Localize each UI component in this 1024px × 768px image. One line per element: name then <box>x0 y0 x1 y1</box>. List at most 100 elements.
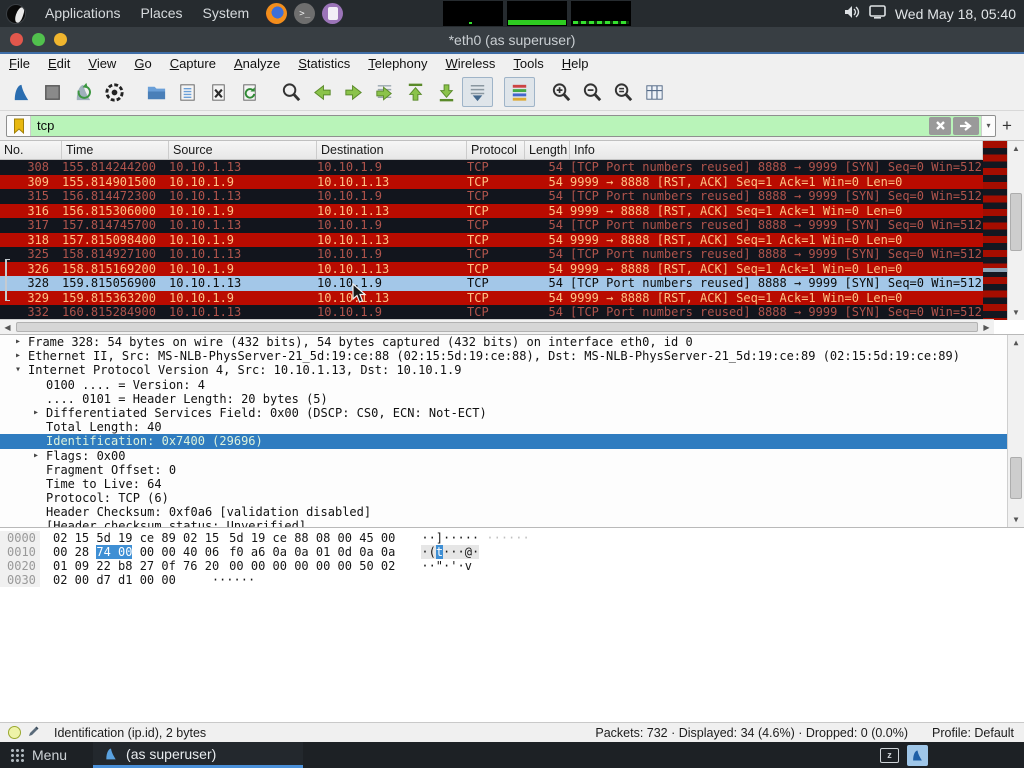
menu-go[interactable]: Go <box>125 54 160 74</box>
panel-menu-system[interactable]: System <box>193 0 260 27</box>
collapsed-arrow-icon[interactable]: ▸ <box>26 449 46 463</box>
hex-row-0030[interactable]: 003002 00 d7 d1 00 00······ <box>0 573 1024 587</box>
filter-apply-button[interactable] <box>953 117 979 135</box>
expert-info-icon[interactable] <box>8 726 21 739</box>
filter-dropdown-caret[interactable]: ▾ <box>981 116 995 136</box>
window-minimize-button[interactable] <box>54 33 67 46</box>
packet-row-326[interactable]: 326158.81516920010.10.1.910.10.1.13TCP54… <box>0 262 983 277</box>
packet-list-scrollbar[interactable]: ▲ ▼ <box>1007 141 1024 320</box>
firefox-launcher-icon[interactable] <box>266 3 287 24</box>
detail-line-10[interactable]: Time to Live: 64 <box>0 477 1024 491</box>
go-first-packet-button[interactable] <box>400 77 431 107</box>
zoom-original-button[interactable] <box>608 77 639 107</box>
auto-scroll-button[interactable] <box>462 77 493 107</box>
detail-line-4[interactable]: .... 0101 = Header Length: 20 bytes (5) <box>0 392 1024 406</box>
packet-list-hscroll-thumb[interactable] <box>16 322 978 332</box>
detail-line-1[interactable]: ▸Ethernet II, Src: MS-NLB-PhysServer-21_… <box>0 349 1024 363</box>
memory-monitor-graph[interactable] <box>507 1 567 26</box>
menu-tools[interactable]: Tools <box>504 54 552 74</box>
packet-row-328[interactable]: 328159.81505690010.10.1.1310.10.1.9TCP54… <box>0 276 983 291</box>
column-header-destination[interactable]: Destination <box>317 141 467 159</box>
collapsed-arrow-icon[interactable]: ▸ <box>8 335 28 349</box>
packet-list-scroll-thumb[interactable] <box>1010 193 1022 251</box>
go-last-packet-button[interactable] <box>431 77 462 107</box>
go-forward-button[interactable] <box>338 77 369 107</box>
column-header-time[interactable]: Time <box>62 141 169 159</box>
details-scroll-thumb[interactable] <box>1010 457 1022 499</box>
zoom-in-button[interactable] <box>546 77 577 107</box>
detail-line-12[interactable]: Header Checksum: 0xf0a6 [validation disa… <box>0 505 1024 519</box>
panel-menu-applications[interactable]: Applications <box>35 0 131 27</box>
filter-add-button[interactable]: + <box>996 116 1018 136</box>
display-filter-input[interactable]: tcp <box>31 118 929 133</box>
detail-line-9[interactable]: Fragment Offset: 0 <box>0 463 1024 477</box>
colorize-button[interactable] <box>504 77 535 107</box>
packet-row-325[interactable]: 325158.81492710010.10.1.1310.10.1.9TCP54… <box>0 247 983 262</box>
volume-icon[interactable] <box>844 5 860 22</box>
open-file-button[interactable] <box>141 77 172 107</box>
find-packet-button[interactable] <box>276 77 307 107</box>
reload-file-button[interactable] <box>234 77 265 107</box>
detail-line-5[interactable]: ▸Differentiated Services Field: 0x00 (DS… <box>0 406 1024 420</box>
restart-capture-button[interactable] <box>68 77 99 107</box>
detail-line-0[interactable]: ▸Frame 328: 54 bytes on wire (432 bits),… <box>0 335 1024 349</box>
column-header-protocol[interactable]: Protocol <box>467 141 525 159</box>
scroll-down-icon[interactable]: ▼ <box>1008 305 1024 320</box>
scroll-up-icon[interactable]: ▲ <box>1008 141 1024 156</box>
detail-line-2[interactable]: ▾Internet Protocol Version 4, Src: 10.10… <box>0 363 1024 377</box>
packet-row-308[interactable]: 308155.81424420010.10.1.1310.10.1.9TCP54… <box>0 160 983 175</box>
packet-row-317[interactable]: 317157.81474570010.10.1.1310.10.1.9TCP54… <box>0 218 983 233</box>
detail-line-8[interactable]: ▸Flags: 0x00 <box>0 449 1024 463</box>
stop-capture-button[interactable] <box>37 77 68 107</box>
hex-row-0020[interactable]: 002001 09 22 b8 27 0f 76 2000 00 00 00 0… <box>0 559 1024 573</box>
hex-row-0010[interactable]: 001000 28 74 00 00 00 40 06f0 a6 0a 0a 0… <box>0 545 1024 559</box>
detail-line-6[interactable]: Total Length: 40 <box>0 420 1024 434</box>
panel-clock[interactable]: Wed May 18, 05:40 <box>895 6 1016 22</box>
menu-help[interactable]: Help <box>553 54 598 74</box>
menu-statistics[interactable]: Statistics <box>289 54 359 74</box>
scroll-left-icon[interactable]: ◀ <box>0 320 15 334</box>
filter-bookmark-icon[interactable] <box>7 116 31 136</box>
packet-row-329[interactable]: 329159.81536320010.10.1.910.10.1.13TCP54… <box>0 291 983 306</box>
details-scroll-down-icon[interactable]: ▼ <box>1008 512 1024 527</box>
go-back-button[interactable] <box>307 77 338 107</box>
save-file-button[interactable] <box>172 77 203 107</box>
close-file-button[interactable] <box>203 77 234 107</box>
wireshark-tray-icon[interactable] <box>907 745 928 766</box>
keyboard-layout-icon[interactable]: z <box>880 748 899 763</box>
terminal-launcher-icon[interactable]: >_ <box>294 3 315 24</box>
cpu-monitor-graph[interactable] <box>443 1 503 26</box>
menu-edit[interactable]: Edit <box>39 54 79 74</box>
panel-menu-places[interactable]: Places <box>131 0 193 27</box>
detail-line-3[interactable]: 0100 .... = Version: 4 <box>0 378 1024 392</box>
capture-options-button[interactable] <box>99 77 130 107</box>
collapsed-arrow-icon[interactable]: ▸ <box>8 349 28 363</box>
network-monitor-graph[interactable] <box>571 1 631 26</box>
go-to-packet-button[interactable] <box>369 77 400 107</box>
packet-row-332[interactable]: 332160.81528490010.10.1.1310.10.1.9TCP54… <box>0 305 983 320</box>
column-header-no[interactable]: No. <box>0 141 62 159</box>
packet-row-315[interactable]: 315156.81447230010.10.1.1310.10.1.9TCP54… <box>0 189 983 204</box>
details-scrollbar[interactable]: ▲ ▼ <box>1007 335 1024 527</box>
status-profile[interactable]: Profile: Default <box>932 726 1014 740</box>
detail-line-13[interactable]: [Header checksum status: Unverified] <box>0 519 1024 527</box>
packet-list-hscrollbar[interactable]: ◀ ▶ <box>0 319 994 334</box>
details-scroll-up-icon[interactable]: ▲ <box>1008 335 1024 350</box>
packet-row-318[interactable]: 318157.81509840010.10.1.910.10.1.13TCP54… <box>0 233 983 248</box>
menu-telephony[interactable]: Telephony <box>359 54 436 74</box>
window-titlebar[interactable]: *eth0 (as superuser) <box>0 27 1024 54</box>
capture-comment-icon[interactable] <box>27 725 40 741</box>
window-close-button[interactable] <box>10 33 23 46</box>
packet-row-309[interactable]: 309155.81490150010.10.1.910.10.1.13TCP54… <box>0 175 983 190</box>
filter-clear-button[interactable] <box>929 117 951 135</box>
display-icon[interactable] <box>869 5 886 22</box>
packet-row-316[interactable]: 316156.81530600010.10.1.910.10.1.13TCP54… <box>0 204 983 219</box>
expanded-arrow-icon[interactable]: ▾ <box>8 363 28 377</box>
app-grid-icon[interactable] <box>10 748 24 762</box>
menu-analyze[interactable]: Analyze <box>225 54 289 74</box>
detail-line-7[interactable]: Identification: 0x7400 (29696) <box>0 434 1024 448</box>
packet-list-minimap[interactable] <box>983 141 1007 320</box>
display-filter-field[interactable]: tcp ▾ <box>6 115 996 137</box>
column-header-length[interactable]: Length <box>525 141 570 159</box>
zoom-out-button[interactable] <box>577 77 608 107</box>
